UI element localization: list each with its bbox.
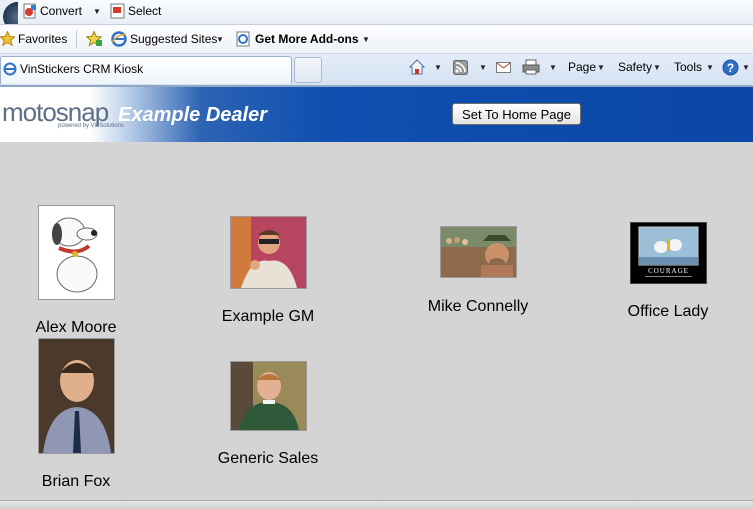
feeds-icon[interactable] [453,60,468,75]
addons-page-icon [235,31,251,47]
addons-dropdown-icon[interactable]: ▼ [362,35,370,44]
person-name[interactable]: Alex Moore [36,319,117,337]
person-name[interactable]: Brian Fox [42,473,110,491]
person-photo-generic-sales[interactable] [230,361,307,431]
browser-logo-icon [0,0,18,24]
set-home-page-button[interactable]: Set To Home Page [452,103,581,125]
feeds-dropdown-icon[interactable]: ▼ [479,63,487,72]
add-favorite-icon[interactable] [85,30,103,47]
select-icon[interactable] [110,3,126,19]
tools-menu-dropdown-icon[interactable]: ▼ [706,63,714,72]
motivational-poster-image: COURAGE [631,223,706,283]
help-icon[interactable]: ? [722,59,739,76]
page-menu-dropdown-icon[interactable]: ▼ [597,63,605,72]
home-dropdown-icon[interactable]: ▼ [434,63,442,72]
suggested-sites-dropdown-icon[interactable]: ▼ [216,35,224,44]
dealer-banner [0,87,753,142]
tab-title: VinStickers CRM Kiosk [20,62,144,76]
safety-menu-dropdown-icon[interactable]: ▼ [653,63,661,72]
get-addons-button[interactable]: Get More Add-ons [255,32,359,46]
favorites-star-icon[interactable] [0,30,17,47]
convert-button[interactable]: Convert [40,4,82,18]
person-photo-brian-fox[interactable] [38,338,115,454]
person-photo-office-lady[interactable]: COURAGE [630,222,707,284]
party-photo-image [231,217,306,288]
svg-text:?: ? [727,61,734,75]
person-name[interactable]: Generic Sales [218,450,319,468]
convert-dropdown-icon[interactable]: ▼ [93,7,101,16]
favorites-button[interactable]: Favorites [18,32,67,46]
person-name[interactable]: Office Lady [628,303,709,321]
logo-tagline: powered by VinSolutions [58,123,124,129]
select-button[interactable]: Select [128,4,161,18]
tools-menu[interactable]: Tools [674,60,702,74]
help-dropdown-icon[interactable]: ▼ [742,63,750,72]
suggested-sites-ie-icon [111,31,127,47]
person-photo-example-gm[interactable] [230,216,307,289]
toolbar-divider [76,30,77,48]
suggested-sites-button[interactable]: Suggested Sites [130,32,217,46]
person-photo-mike-connelly[interactable] [440,226,517,278]
cartoon-dog-image [52,217,98,293]
mud-field-photo-image [441,227,516,277]
read-mail-icon[interactable] [496,60,511,74]
print-dropdown-icon[interactable]: ▼ [549,63,557,72]
page-menu[interactable]: Page [568,60,596,74]
person-name[interactable]: Example GM [222,308,314,326]
convert-pdf-icon[interactable] [22,3,38,19]
poster-caption: COURAGE [648,267,689,275]
person-name[interactable]: Mike Connelly [428,298,528,316]
portrait-photo-image [231,362,306,430]
new-tab-button[interactable] [294,57,322,83]
person-photo-alex-moore[interactable] [38,205,115,300]
print-icon[interactable] [522,59,540,75]
safety-menu[interactable]: Safety [618,60,652,74]
portrait-photo-image [39,339,114,453]
home-icon[interactable] [408,59,426,75]
dealer-name: Example Dealer [118,104,267,126]
tab-page-icon [3,62,17,76]
